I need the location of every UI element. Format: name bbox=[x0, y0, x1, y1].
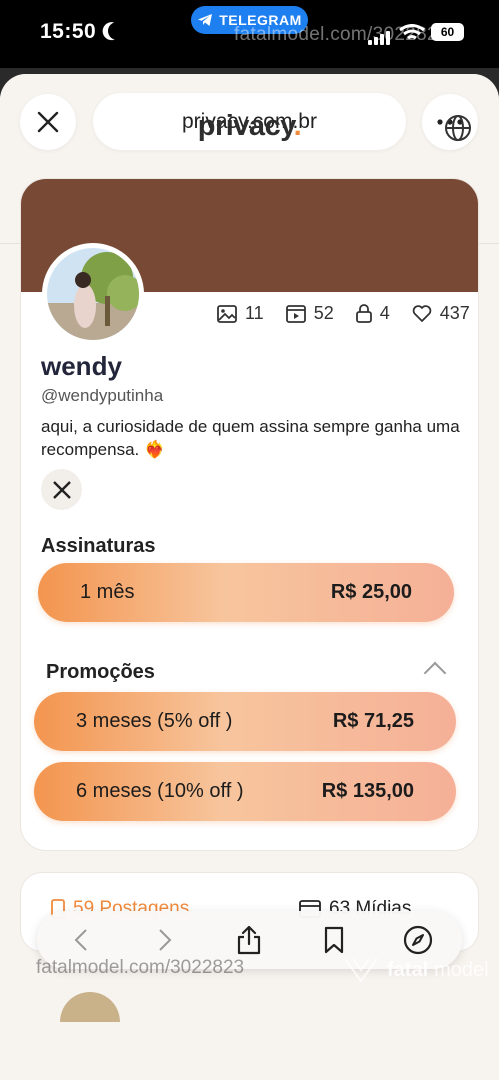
forward-button[interactable] bbox=[147, 922, 183, 958]
chevron-up-icon[interactable] bbox=[423, 661, 447, 685]
back-button[interactable] bbox=[63, 922, 99, 958]
compass-icon bbox=[403, 925, 433, 955]
videos-stat: 52 bbox=[285, 303, 334, 324]
logo-dot: . bbox=[293, 110, 302, 142]
lock-icon bbox=[355, 304, 372, 323]
profile-name: wendy bbox=[41, 351, 122, 381]
chevron-right-icon bbox=[159, 929, 172, 951]
wifi-icon bbox=[399, 24, 425, 40]
image-icon bbox=[217, 304, 237, 323]
profile-handle: @wendyputinha bbox=[41, 386, 164, 405]
heart-icon bbox=[412, 304, 432, 322]
plan-price: R$ 71,25 bbox=[332, 710, 414, 732]
plan-label: 6 meses (10% off ) bbox=[76, 780, 244, 802]
likes-count: 437 bbox=[439, 303, 470, 323]
battery-icon: 60 bbox=[431, 23, 464, 41]
plan-price: R$ 25,00 bbox=[330, 581, 412, 603]
watermark-logo-light: model bbox=[434, 958, 489, 981]
logo-text: privacy bbox=[197, 110, 294, 142]
promotions-title: Promoções bbox=[46, 661, 155, 683]
plan-6-months-button[interactable]: 6 meses (10% off ) R$ 135,00 bbox=[34, 762, 456, 821]
videos-count: 52 bbox=[313, 303, 334, 323]
watermark-logo-bold: fatal bbox=[387, 958, 429, 981]
plan-1-month-button[interactable]: 1 mês R$ 25,00 bbox=[38, 563, 454, 622]
profile-card: 11 52 4 437 wendy @wendyputinha aqui, a … bbox=[20, 178, 479, 851]
bookmark-icon bbox=[324, 926, 344, 954]
locked-count: 4 bbox=[379, 303, 390, 323]
bookmarks-button[interactable] bbox=[316, 922, 352, 958]
photos-stat: 11 bbox=[217, 303, 264, 324]
plan-label: 3 meses (5% off ) bbox=[76, 710, 233, 732]
watermark-bottom: fatalmodel.com/3022823 bbox=[36, 957, 245, 978]
status-time: 15:50 bbox=[40, 20, 97, 43]
likes-stat: 437 bbox=[412, 303, 470, 324]
share-icon bbox=[237, 925, 261, 955]
x-logo-icon bbox=[52, 480, 71, 499]
subscriptions-title: Assinaturas bbox=[41, 535, 156, 557]
moon-icon bbox=[105, 19, 128, 42]
plan-price: R$ 135,00 bbox=[321, 780, 414, 802]
avatar[interactable] bbox=[47, 248, 139, 340]
plan-3-months-button[interactable]: 3 meses (5% off ) R$ 71,25 bbox=[34, 692, 456, 751]
photos-count: 11 bbox=[245, 303, 264, 323]
profile-stats: 11 52 4 437 bbox=[217, 303, 470, 324]
profile-bio: aqui, a curiosidade de quem assina sempr… bbox=[41, 417, 460, 459]
compass-button[interactable] bbox=[400, 922, 436, 958]
signal-icon bbox=[368, 27, 392, 45]
globe-icon[interactable] bbox=[444, 114, 472, 142]
watermark-logo: fatal model bbox=[341, 955, 489, 985]
status-bar: 15:50 TELEGRAM fatalmodel.com/3022823 60 bbox=[0, 0, 499, 68]
privacy-logo[interactable]: privacy. bbox=[0, 110, 499, 143]
video-icon bbox=[285, 304, 306, 323]
chevron-left-icon bbox=[74, 929, 87, 951]
x-social-button[interactable] bbox=[41, 469, 82, 510]
plan-label: 1 mês bbox=[80, 581, 135, 603]
share-button[interactable] bbox=[231, 922, 267, 958]
locked-stat: 4 bbox=[355, 303, 390, 324]
telegram-icon bbox=[198, 14, 213, 26]
fatalmodel-logo-icon bbox=[344, 958, 378, 983]
